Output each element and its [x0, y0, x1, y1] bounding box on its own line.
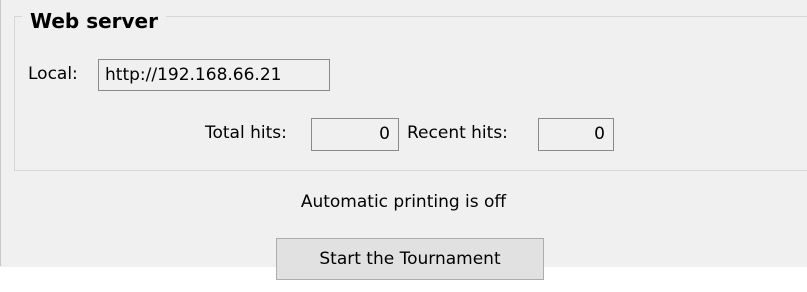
recent-hits-field: 0	[538, 118, 614, 151]
local-label: Local:	[28, 64, 78, 84]
start-tournament-button[interactable]: Start the Tournament	[276, 238, 544, 280]
total-hits-field: 0	[311, 118, 399, 151]
printing-status-text: Automatic printing is off	[300, 192, 507, 212]
web-server-title: Web server	[22, 8, 166, 34]
recent-hits-label: Recent hits:	[407, 123, 508, 143]
total-hits-label: Total hits:	[205, 123, 287, 143]
web-server-groupbox	[14, 16, 807, 171]
window-edge	[0, 0, 1, 266]
local-url-field[interactable]: http://192.168.66.21	[98, 59, 330, 91]
